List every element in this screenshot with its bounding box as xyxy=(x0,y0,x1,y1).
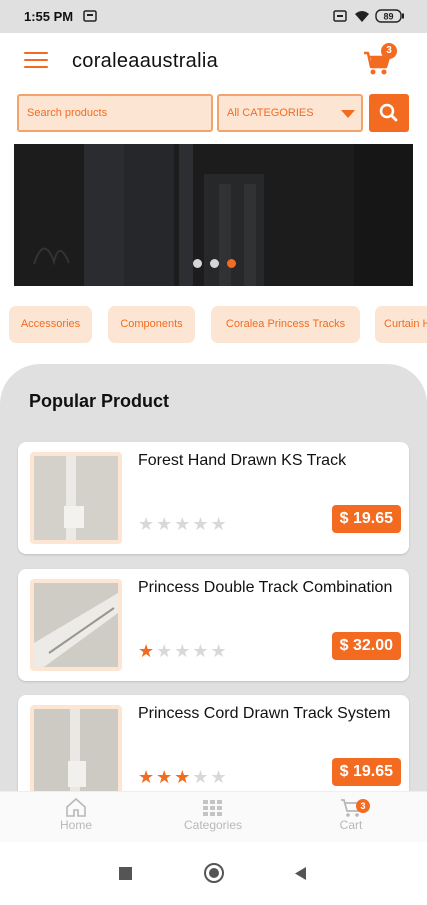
cart-button[interactable]: 3 xyxy=(362,43,402,79)
nav-home[interactable]: Home xyxy=(31,796,121,832)
app-bar: coraleaaustralia 3 xyxy=(0,33,427,89)
system-nav-bar xyxy=(0,842,427,900)
product-name: Forest Hand Drawn KS Track xyxy=(138,452,347,469)
wifi-icon xyxy=(355,11,369,22)
nav-categories[interactable]: Categories xyxy=(168,796,258,832)
battery-icon: 89 xyxy=(375,9,404,23)
nav-cart-label: Cart xyxy=(339,818,363,832)
carousel-dot-1[interactable] xyxy=(193,259,202,268)
product-image xyxy=(30,452,122,544)
chip-accessories[interactable]: Accessories xyxy=(9,306,92,343)
product-price: $ 19.65 xyxy=(331,758,401,786)
product-name: Princess Double Track Combination xyxy=(138,579,393,596)
product-rating: ★★★★★ xyxy=(138,767,229,787)
product-price: $ 19.65 xyxy=(331,505,401,533)
product-image xyxy=(30,579,122,671)
product-image xyxy=(30,705,122,797)
nav-cart[interactable]: 3 Cart xyxy=(306,796,396,832)
product-name: Princess Cord Drawn Track System xyxy=(138,705,391,722)
search-row: Search products All CATEGORIES xyxy=(17,94,410,132)
home-icon xyxy=(66,797,86,817)
cart-count-badge: 3 xyxy=(381,43,397,59)
product-card[interactable]: Princess Cord Drawn Track System ★★★★★ $… xyxy=(18,695,409,804)
nav-cart-badge: 3 xyxy=(356,799,370,813)
product-card[interactable]: Forest Hand Drawn KS Track ★★★★★ $ 19.65 xyxy=(18,442,409,554)
recents-icon[interactable] xyxy=(119,867,132,880)
product-rating: ★★★★★ xyxy=(138,514,229,534)
product-card[interactable]: Princess Double Track Combination ★★★★★ … xyxy=(18,569,409,681)
product-price: $ 32.00 xyxy=(331,632,401,660)
search-button[interactable] xyxy=(369,94,409,132)
app-title: coraleaaustralia xyxy=(72,50,218,72)
bottom-nav: Home Categories 3 Cart xyxy=(0,791,427,842)
back-icon[interactable] xyxy=(295,867,306,880)
search-icon xyxy=(379,103,398,122)
nav-home-label: Home xyxy=(59,818,92,832)
carousel-dot-2[interactable] xyxy=(210,259,219,268)
category-select-value: All CATEGORIES xyxy=(227,107,314,119)
status-time: 1:55 PM xyxy=(24,9,74,24)
chip-curtain-hooks[interactable]: Curtain Hooks xyxy=(375,306,427,343)
category-select[interactable]: All CATEGORIES xyxy=(217,94,363,132)
sim-icon xyxy=(333,10,347,22)
carousel-dot-3[interactable] xyxy=(227,259,236,268)
product-rating: ★★★★★ xyxy=(138,641,229,661)
popular-products-section: Popular Product Forest Hand Drawn KS Tra… xyxy=(0,364,427,804)
search-input[interactable]: Search products xyxy=(17,94,213,132)
grid-icon xyxy=(203,800,222,816)
dropdown-caret-icon xyxy=(341,110,355,118)
category-chips: Accessories Components Coralea Princess … xyxy=(0,306,427,344)
nav-categories-label: Categories xyxy=(183,818,243,832)
notification-icon xyxy=(83,10,97,22)
chip-components[interactable]: Components xyxy=(108,306,195,343)
menu-icon[interactable] xyxy=(24,52,48,70)
chip-coralea-princess-tracks[interactable]: Coralea Princess Tracks xyxy=(211,306,360,343)
battery-level: 89 xyxy=(383,12,393,22)
status-bar: 1:55 PM 89 xyxy=(0,0,427,33)
section-title: Popular Product xyxy=(29,391,170,411)
